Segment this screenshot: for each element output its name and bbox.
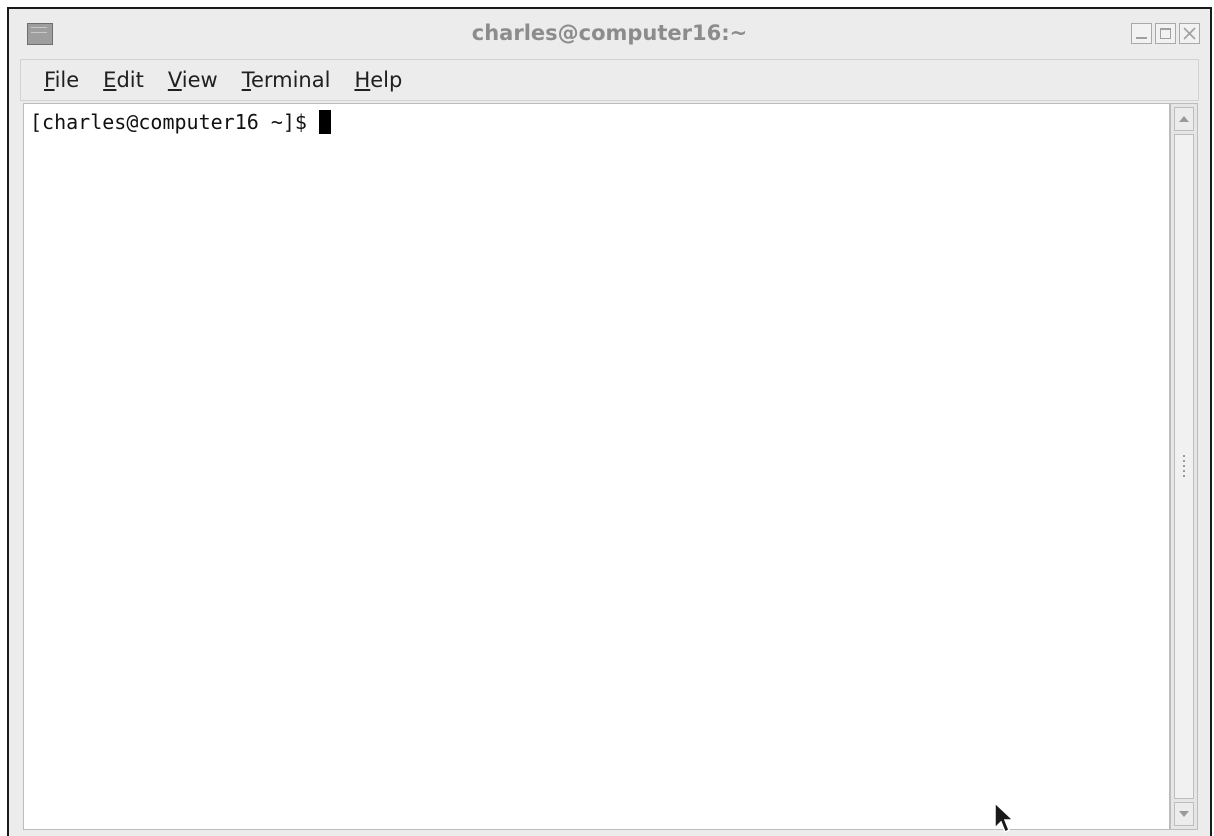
- prompt-line: [charles@computer16 ~]$: [30, 109, 331, 135]
- menu-edit-mnemonic: E: [103, 68, 117, 92]
- menu-file-mnemonic: F: [44, 68, 55, 92]
- menu-help-label: elp: [370, 68, 403, 92]
- menu-help-mnemonic: H: [354, 68, 371, 92]
- menu-view-mnemonic: V: [167, 68, 182, 92]
- terminal-area[interactable]: [charles@computer16 ~]$: [23, 103, 1170, 830]
- title-bar[interactable]: charles@computer16:~: [9, 9, 1210, 57]
- arrow-down-icon: [1179, 811, 1189, 817]
- menu-edit-label: dit: [116, 68, 144, 92]
- close-button[interactable]: [1179, 23, 1200, 44]
- text-cursor: [318, 110, 331, 134]
- menu-terminal[interactable]: Terminal: [230, 60, 343, 100]
- scrollbar-thumb[interactable]: [1174, 134, 1194, 799]
- scroll-down-button[interactable]: [1174, 802, 1194, 826]
- menu-view[interactable]: View: [156, 60, 230, 100]
- window-controls: [1131, 23, 1200, 44]
- menu-file[interactable]: File: [21, 60, 91, 100]
- window-title: charles@computer16:~: [471, 21, 748, 45]
- maximize-button[interactable]: [1155, 23, 1176, 44]
- mouse-pointer-icon: [994, 802, 1015, 834]
- grip-icon: [1183, 454, 1185, 479]
- menu-file-label: ile: [54, 68, 80, 92]
- terminal-window: charles@computer16:~ File Edit View Term…: [7, 7, 1212, 836]
- shell-prompt: [charles@computer16 ~]$: [30, 110, 319, 134]
- menu-bar: File Edit View Terminal Help: [20, 59, 1199, 101]
- vertical-scrollbar[interactable]: [1170, 103, 1198, 830]
- menu-terminal-mnemonic: T: [241, 68, 251, 92]
- menu-terminal-label: erminal: [250, 68, 331, 92]
- menu-help[interactable]: Help: [342, 60, 414, 100]
- scroll-up-button[interactable]: [1174, 107, 1194, 131]
- close-icon: [1183, 27, 1196, 40]
- minimize-button[interactable]: [1131, 23, 1152, 44]
- menu-view-label: iew: [181, 68, 218, 92]
- menu-edit[interactable]: Edit: [91, 60, 156, 100]
- arrow-up-icon: [1179, 116, 1189, 122]
